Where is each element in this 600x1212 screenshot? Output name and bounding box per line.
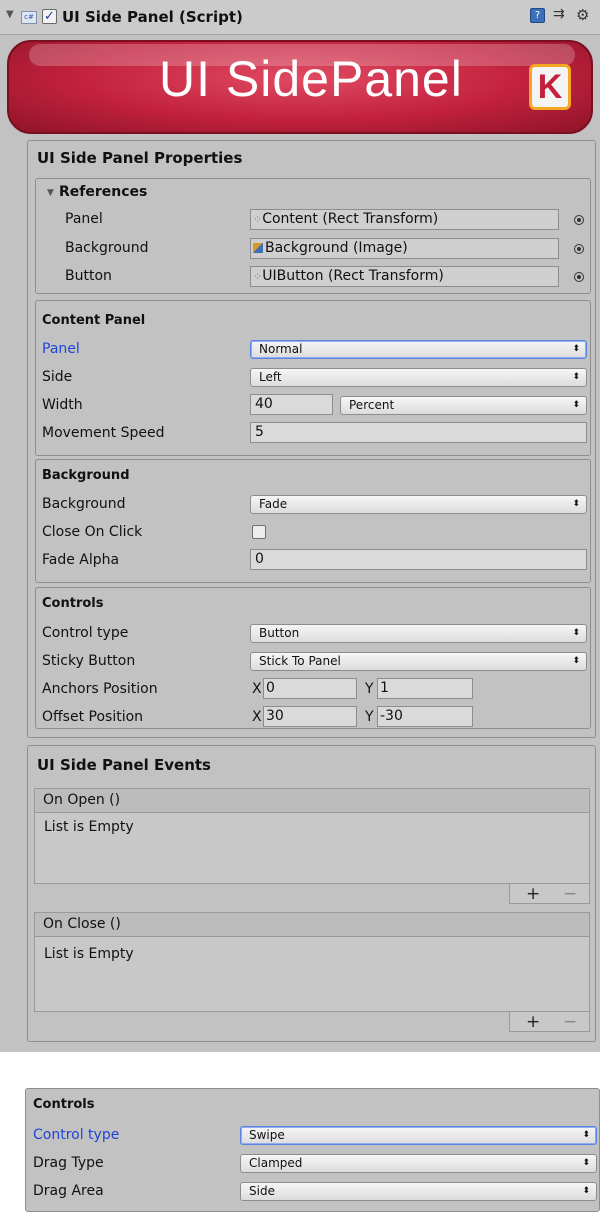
references-title: References — [59, 184, 148, 200]
on-close-empty-text: List is Empty — [44, 946, 134, 962]
control-type-label: Control type — [42, 625, 129, 641]
on-open-empty-text: List is Empty — [44, 819, 134, 835]
banner: UI SidePanel K — [7, 40, 593, 134]
references-foldout-icon[interactable]: ▼ — [47, 188, 54, 198]
drag-area-label: Drag Area — [33, 1183, 104, 1199]
on-open-controls — [509, 884, 590, 904]
offset-y-field[interactable]: -30 — [377, 706, 473, 727]
foldout-arrow-icon[interactable]: ▼ — [6, 9, 14, 20]
background-dropdown[interactable]: Fade ⬍ — [250, 495, 587, 514]
background-title: Background — [42, 468, 130, 483]
gear-icon[interactable]: ⚙ — [576, 6, 589, 24]
side-dropdown[interactable]: Left ⬍ — [250, 368, 587, 387]
script-icon: c# — [21, 11, 37, 24]
dropdown-arrow-icon: ⬍ — [572, 499, 580, 509]
dropdown-arrow-icon: ⬍ — [582, 1130, 590, 1140]
object-picker-icon[interactable] — [574, 215, 584, 225]
on-open-header: On Open () — [35, 789, 589, 813]
image-icon — [253, 243, 263, 253]
controls2-title: Controls — [33, 1097, 95, 1112]
ref-panel-field[interactable]: ⁘Content (Rect Transform) — [250, 209, 559, 230]
remove-event-button[interactable]: − — [563, 1012, 577, 1032]
background-label: Background — [42, 496, 126, 512]
offset-x-field[interactable]: 30 — [263, 706, 357, 727]
component-header: ▼ c# ✓ UI Side Panel (Script) ? ⇉ ⚙ — [0, 0, 600, 35]
side-label: Side — [42, 369, 73, 385]
enabled-checkbox[interactable]: ✓ — [42, 9, 57, 24]
drag-type-label: Drag Type — [33, 1155, 104, 1171]
anchors-y-label: Y — [365, 681, 374, 697]
sticky-button-label: Sticky Button — [42, 653, 136, 669]
object-picker-icon[interactable] — [574, 244, 584, 254]
controls-title: Controls — [42, 596, 104, 611]
close-on-click-checkbox[interactable] — [252, 525, 266, 539]
movement-speed-field[interactable]: 5 — [250, 422, 587, 443]
rect-transform-icon: ⁘ — [253, 213, 263, 226]
help-icon[interactable]: ? — [530, 8, 545, 23]
movement-speed-label: Movement Speed — [42, 425, 165, 441]
width-unit-dropdown[interactable]: Percent ⬍ — [340, 396, 587, 415]
on-close-controls — [509, 1012, 590, 1032]
anchors-y-field[interactable]: 1 — [377, 678, 473, 699]
banner-text: UI SidePanel — [159, 51, 463, 107]
ref-background-field[interactable]: Background (Image) — [250, 238, 559, 259]
k-logo-icon: K — [529, 64, 571, 110]
anchors-x-field[interactable]: 0 — [263, 678, 357, 699]
control-type2-dropdown[interactable]: Swipe ⬍ — [240, 1126, 597, 1145]
width-field[interactable]: 40 — [250, 394, 333, 415]
ref-background-label: Background — [65, 240, 149, 256]
offset-x-label: X — [252, 709, 262, 725]
drag-area-dropdown[interactable]: Side ⬍ — [240, 1182, 597, 1201]
remove-event-button[interactable]: − — [563, 884, 577, 904]
component-title: UI Side Panel (Script) — [62, 8, 243, 26]
anchors-x-label: X — [252, 681, 262, 697]
sticky-button-dropdown[interactable]: Stick To Panel ⬍ — [250, 652, 587, 671]
dropdown-arrow-icon: ⬍ — [572, 656, 580, 666]
inspector-panel: ▼ c# ✓ UI Side Panel (Script) ? ⇉ ⚙ UI S… — [0, 0, 600, 1052]
dropdown-arrow-icon: ⬍ — [572, 400, 580, 410]
properties-title: UI Side Panel Properties — [37, 149, 243, 167]
fade-alpha-label: Fade Alpha — [42, 552, 120, 568]
fade-alpha-field[interactable]: 0 — [250, 549, 587, 570]
dropdown-arrow-icon: ⬍ — [582, 1186, 590, 1196]
dropdown-arrow-icon: ⬍ — [572, 344, 580, 354]
panel-label: Panel — [42, 341, 80, 357]
preset-icon[interactable]: ⇉ — [553, 6, 565, 22]
control-type-dropdown[interactable]: Button ⬍ — [250, 624, 587, 643]
object-picker-icon[interactable] — [574, 272, 584, 282]
dropdown-arrow-icon: ⬍ — [572, 628, 580, 638]
anchors-position-label: Anchors Position — [42, 681, 158, 697]
width-label: Width — [42, 397, 83, 413]
rect-transform-icon: ⁘ — [253, 270, 263, 283]
dropdown-arrow-icon: ⬍ — [582, 1158, 590, 1168]
dropdown-arrow-icon: ⬍ — [572, 372, 580, 382]
add-event-button[interactable]: + — [526, 1012, 540, 1032]
ref-button-field[interactable]: ⁘UIButton (Rect Transform) — [250, 266, 559, 287]
events-title: UI Side Panel Events — [37, 756, 211, 774]
add-event-button[interactable]: + — [526, 884, 540, 904]
close-on-click-label: Close On Click — [42, 524, 143, 540]
drag-type-dropdown[interactable]: Clamped ⬍ — [240, 1154, 597, 1173]
control-type2-label: Control type — [33, 1127, 120, 1143]
content-panel-title: Content Panel — [42, 313, 146, 328]
ref-panel-label: Panel — [65, 211, 103, 227]
on-close-header: On Close () — [35, 913, 589, 937]
panel-dropdown[interactable]: Normal ⬍ — [250, 340, 587, 359]
offset-position-label: Offset Position — [42, 709, 144, 725]
offset-y-label: Y — [365, 709, 374, 725]
ref-button-label: Button — [65, 268, 112, 284]
